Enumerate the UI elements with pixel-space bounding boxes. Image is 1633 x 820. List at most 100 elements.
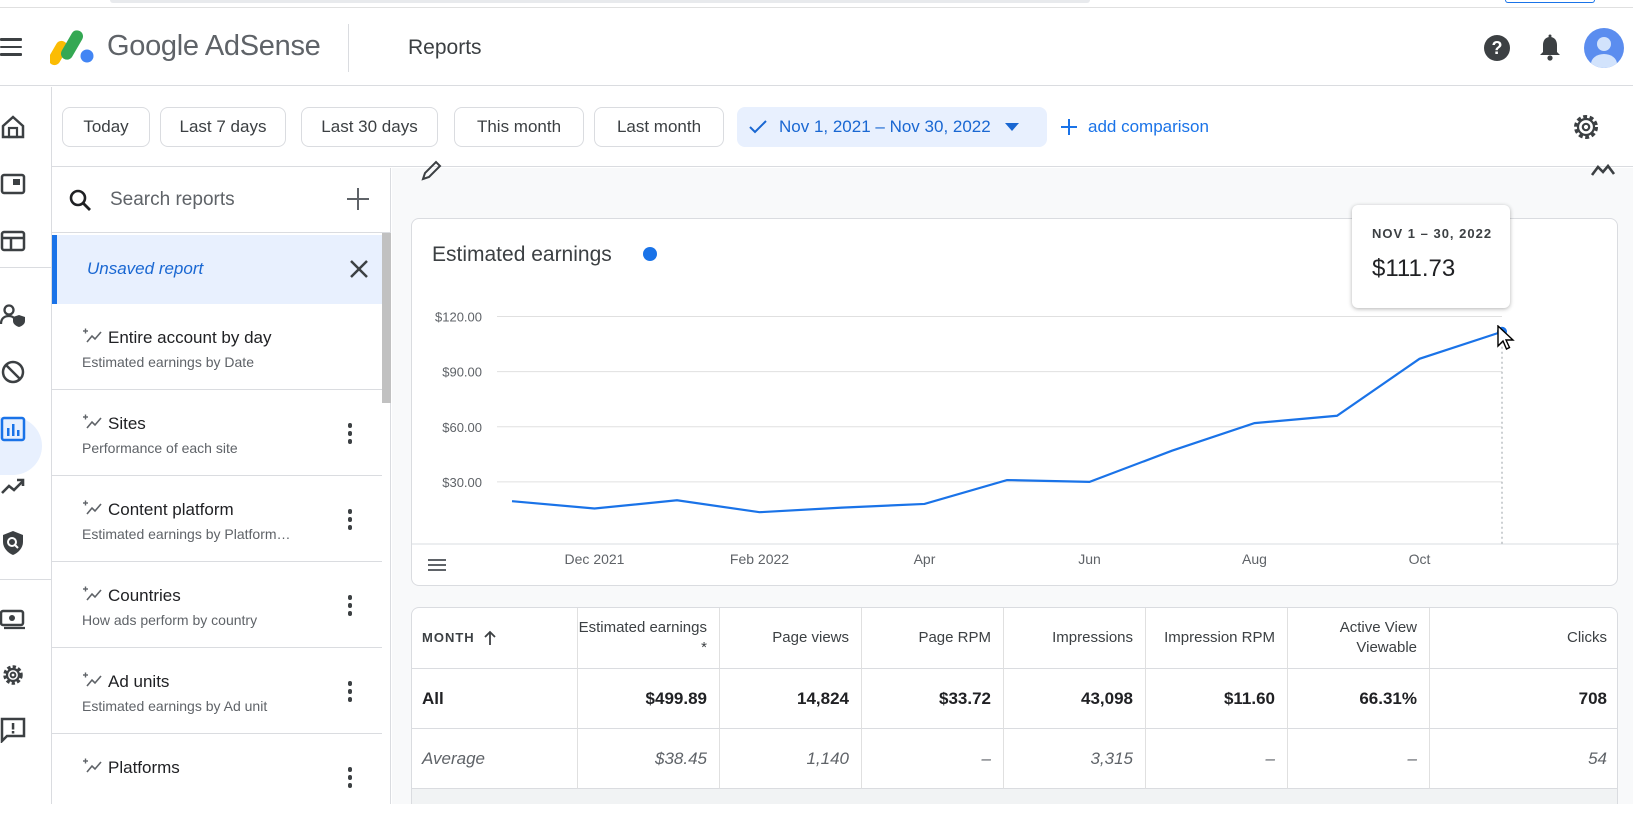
y-tick-label: $60.00 [442, 420, 482, 435]
column-header-month[interactable]: MONTH [412, 608, 578, 669]
table-next-row [412, 789, 1618, 804]
rail-separator [0, 579, 52, 580]
optimization-trend-icon[interactable] [0, 473, 26, 499]
tooltip-date: NOV 1 – 30, 2022 [1372, 226, 1492, 241]
left-nav-rail [0, 87, 52, 804]
chip-last-month[interactable]: Last month [594, 107, 724, 147]
sparkle-trend-icon [82, 585, 104, 603]
more-vert-icon[interactable] [343, 509, 357, 533]
report-item[interactable]: Ad units Estimated earnings by Ad unit [52, 648, 382, 734]
column-header-impression-rpm[interactable]: Impression RPM [1146, 608, 1288, 669]
chart-tooltip: NOV 1 – 30, 2022 $111.73 [1352, 205, 1510, 308]
home-icon[interactable] [0, 114, 26, 140]
rail-separator [0, 267, 52, 268]
menu-icon[interactable] [0, 38, 24, 58]
feedback-icon[interactable] [0, 717, 26, 743]
dropdown-arrow-icon [1005, 123, 1019, 131]
report-data-table: MONTH Estimated earnings * Page views Pa… [411, 607, 1618, 804]
tooltip-value: $111.73 [1372, 255, 1455, 283]
column-header-page-views[interactable]: Page views [720, 608, 862, 669]
more-vert-icon[interactable] [343, 423, 357, 447]
x-tick-label: Aug [1242, 551, 1267, 567]
column-header-estimated-earnings[interactable]: Estimated earnings * [578, 608, 720, 669]
report-item[interactable]: Countries How ads perform by country [52, 562, 382, 648]
close-icon[interactable] [348, 258, 370, 280]
table-cell: 14,824 [720, 669, 862, 729]
report-item[interactable]: Content platform Estimated earnings by P… [52, 476, 382, 562]
x-tick-label: Apr [914, 551, 936, 567]
browser-address-bar[interactable] [110, 0, 1090, 3]
search-reports-input[interactable] [110, 184, 330, 216]
table-cell: $33.72 [862, 669, 1004, 729]
person-icon [1584, 28, 1624, 68]
browser-strip [0, 0, 1633, 8]
mouse-cursor-icon [1497, 325, 1515, 353]
y-tick-label: $120.00 [435, 310, 482, 325]
date-range-dropdown[interactable]: Nov 1, 2021 – Nov 30, 2022 [737, 107, 1047, 147]
collapse-chart-icon[interactable] [1590, 163, 1616, 177]
table-cell: $11.60 [1146, 669, 1288, 729]
report-settings-gear-icon[interactable] [1570, 111, 1602, 143]
chart-title: Estimated earnings [432, 243, 612, 267]
chip-today[interactable]: Today [62, 107, 150, 147]
column-header-impressions[interactable]: Impressions [1004, 608, 1146, 669]
more-vert-icon[interactable] [343, 767, 357, 791]
column-header-clicks[interactable]: Clicks [1430, 608, 1618, 669]
chip-last-30-days[interactable]: Last 30 days [301, 107, 438, 147]
browser-profile-pill[interactable] [1505, 0, 1595, 3]
chip-this-month[interactable]: This month [454, 107, 584, 147]
report-item-title: Content platform [108, 500, 234, 520]
report-item-desc: Estimated earnings by Date [82, 354, 322, 370]
brand-safety-icon[interactable] [0, 530, 26, 556]
chart-menu-icon[interactable] [428, 559, 446, 573]
edit-pencil-icon[interactable] [420, 160, 442, 182]
unsaved-report-label: Unsaved report [87, 259, 203, 279]
add-comparison-button[interactable]: add comparison [1060, 111, 1209, 143]
notifications-bell-icon[interactable] [1537, 34, 1563, 62]
column-header-page-rpm[interactable]: Page RPM [862, 608, 1004, 669]
more-vert-icon[interactable] [343, 595, 357, 619]
y-tick-label: $30.00 [442, 475, 482, 490]
table-cell: 54 [1430, 729, 1618, 789]
user-privacy-icon[interactable] [0, 302, 26, 328]
report-item-title: Countries [108, 586, 181, 606]
report-item[interactable]: Sites Performance of each site [52, 390, 382, 476]
row-label-all: All [412, 669, 578, 729]
report-item-desc: Estimated earnings by Ad unit [82, 698, 322, 714]
series-points [512, 327, 1507, 512]
header-divider [348, 24, 349, 72]
sort-ascending-icon [483, 630, 497, 646]
report-item[interactable]: Platforms [52, 734, 382, 820]
report-item[interactable]: Entire account by day Estimated earnings… [52, 304, 382, 390]
sparkle-trend-icon [82, 327, 104, 345]
settings-gear-icon[interactable] [0, 662, 26, 688]
ads-icon[interactable] [0, 171, 26, 197]
table-cell: – [1288, 729, 1430, 789]
search-reports-row [52, 168, 391, 233]
sparkle-trend-icon [82, 671, 104, 689]
more-vert-icon[interactable] [343, 681, 357, 705]
blocking-controls-icon[interactable] [0, 359, 26, 385]
date-filter-bar: Today Last 7 days Last 30 days This mont… [52, 87, 1633, 167]
table-cell: $499.89 [578, 669, 720, 729]
layout-icon[interactable] [0, 228, 26, 254]
payments-icon[interactable] [0, 605, 26, 631]
report-item-desc: How ads perform by country [82, 612, 322, 628]
report-list-scrollbar[interactable] [382, 233, 391, 403]
report-item-desc: Estimated earnings by Platform… [82, 526, 322, 542]
saved-reports-panel: Unsaved report Entire account by day Est… [52, 168, 391, 804]
adsense-logo-icon [50, 26, 94, 66]
reports-icon[interactable] [0, 416, 26, 442]
account-avatar[interactable] [1584, 28, 1624, 68]
help-icon[interactable]: ? [1484, 35, 1510, 61]
x-tick-label: Oct [1409, 551, 1431, 567]
check-icon [749, 120, 767, 134]
table-cell: 66.31% [1288, 669, 1430, 729]
add-report-plus-icon[interactable] [345, 186, 371, 212]
column-header-active-view-viewable[interactable]: Active View Viewable [1288, 608, 1430, 669]
row-label-average: Average [412, 729, 578, 789]
sparkle-trend-icon [82, 413, 104, 431]
unsaved-report-item[interactable]: Unsaved report [52, 235, 382, 304]
table-cell: $38.45 [578, 729, 720, 789]
chip-last-7-days[interactable]: Last 7 days [160, 107, 286, 147]
